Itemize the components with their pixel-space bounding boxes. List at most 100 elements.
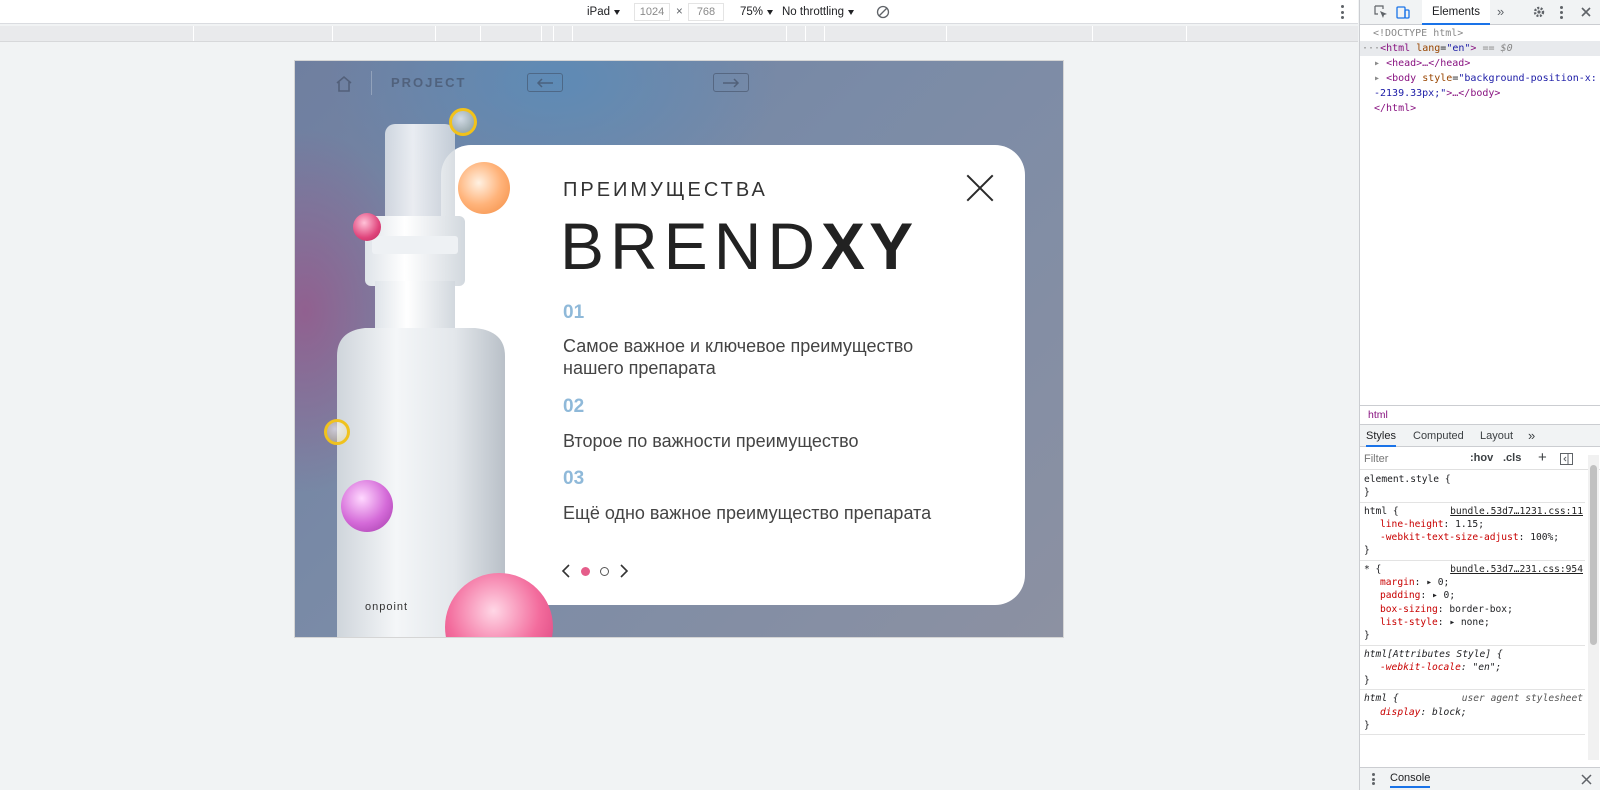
gear-icon[interactable] [1532,5,1546,19]
rule-close: } [1364,630,1370,642]
advantage-number: 02 [563,396,585,417]
tag-close: > [1470,43,1477,54]
bubble-purple [341,480,393,532]
device-select[interactable]: iPad [587,6,621,18]
tag-name: <head>…</head> [1386,58,1471,69]
drawer-menu-icon[interactable] [1372,773,1375,785]
style-rule: element.style { } [1360,471,1585,503]
devtools-menu-icon[interactable] [1560,6,1563,19]
doctype-node[interactable]: <!DOCTYPE html> [1373,26,1463,41]
chevron-left-icon[interactable] [561,564,571,578]
rule-source-link[interactable]: bundle.53d7…231.css:954 [1450,563,1583,576]
close-icon[interactable] [965,173,995,203]
property-value: block; [1432,706,1467,718]
property-value: 0; [1443,590,1456,602]
html-close-node: </html> [1374,103,1417,114]
media-query-bar[interactable] [0,26,1358,42]
dimension-separator: × [676,6,683,18]
project-link[interactable]: PROJECT [391,75,466,90]
pager-dot-active[interactable] [581,566,590,576]
tab-console[interactable]: Console [1390,772,1431,788]
chevron-right-icon[interactable] [619,564,629,578]
devtools-tabbar: Elements » [1360,0,1600,25]
sidebar-toggle-icon[interactable] [1560,453,1573,465]
attr-value: "background-position-x: [1458,73,1597,84]
head-node[interactable]: ▸ <head>…</head> [1374,56,1470,71]
css-property[interactable]: -webkit-text-size-adjust: 100%; [1364,531,1585,544]
body-node-continued: -2139.33px;">…</body> [1374,86,1500,101]
rule-source-link[interactable]: bundle.53d7…1231.css:11 [1450,505,1583,518]
device-toggle-icon[interactable] [1396,5,1410,19]
pager-dot[interactable] [600,566,609,576]
console-drawer: Console [1360,767,1600,790]
property-name: box-sizing [1380,603,1438,615]
property-name: -webkit-locale [1380,661,1461,673]
css-property[interactable]: line-height: 1.15; [1364,518,1585,531]
chevron-down-icon [767,9,774,15]
property-value: "en"; [1472,661,1502,673]
home-icon[interactable] [335,75,353,93]
attr-name: style [1422,73,1453,84]
advantage-text: Самое важное и ключевое преимущество наш… [563,336,914,378]
close-icon[interactable] [1581,774,1592,785]
tab-computed[interactable]: Computed [1413,425,1464,447]
more-options-icon[interactable] [1340,5,1344,19]
property-value: 1.15; [1455,518,1484,530]
css-property[interactable]: list-style: ▸ none; [1364,616,1585,629]
device-toolbar: iPad × 75% No throttling [0,0,1358,24]
expand-triangle-icon[interactable]: ▸ [1374,58,1380,69]
zoom-select[interactable]: 75% [740,6,774,18]
more-tabs-button[interactable]: » [1497,4,1504,19]
brand-title-bold: XY [821,209,918,283]
styles-scrollbar[interactable] [1588,455,1599,760]
next-page-button[interactable] [713,73,749,92]
rule-selector[interactable]: element.style { [1364,473,1585,486]
css-property: -webkit-locale: "en"; [1380,661,1502,673]
expand-triangle-icon[interactable]: ▸ [1374,73,1380,84]
rotate-icon[interactable] [876,5,890,19]
body-node[interactable]: ▸ <body style="background-position-x: [1374,71,1597,86]
bubble-pink-small [353,213,381,241]
prev-page-button[interactable] [527,73,563,92]
property-value: 100%; [1530,532,1560,544]
css-property[interactable]: box-sizing: border-box; [1364,603,1585,616]
style-rule: html { bundle.53d7…1231.css:11 line-heig… [1360,503,1585,561]
tab-elements[interactable]: Elements [1422,0,1490,25]
advantage-number: 03 [563,468,585,489]
attr-value: "en" [1446,43,1471,54]
hov-toggle[interactable]: :hov [1470,452,1493,464]
brand-title-light: BREND [560,209,822,283]
scrollbar-thumb[interactable] [1590,465,1597,645]
selected-marker: == $0 [1482,43,1513,54]
emulated-viewport[interactable]: PROJECT onpoint ПРЕИМУЩЕСТВА BRENDXY 01 … [295,61,1063,637]
property-name: display [1380,706,1421,718]
html-node[interactable]: ···<html lang="en"> == $0 [1362,41,1513,56]
bubble-yellow-left [324,419,350,445]
styles-filter-bar: :hov .cls + [1360,448,1600,470]
rule-source-label: user agent stylesheet [1461,693,1583,705]
rule-selector[interactable]: html[Attributes Style] { [1364,648,1585,661]
tab-layout[interactable]: Layout [1480,425,1513,447]
property-value: none; [1460,616,1490,628]
cls-toggle[interactable]: .cls [1503,452,1521,464]
property-name: list-style [1380,616,1438,628]
breadcrumb-item-html[interactable]: html [1368,409,1388,421]
tag-close: >…</body> [1446,88,1501,99]
throttling-label: No throttling [782,6,845,18]
arrow-left-icon [536,77,553,88]
add-rule-icon[interactable]: + [1538,449,1547,466]
css-property[interactable]: padding: ▸ 0; [1364,589,1585,602]
advantage-number: 01 [563,302,585,323]
tab-styles[interactable]: Styles [1366,425,1396,447]
inspect-element-icon[interactable] [1374,5,1388,19]
filter-input[interactable] [1364,451,1460,467]
throttling-select[interactable]: No throttling [782,6,855,18]
width-input[interactable] [634,3,670,21]
property-name: margin [1380,577,1415,589]
close-icon[interactable] [1579,5,1593,19]
css-property[interactable]: margin: ▸ 0; [1364,576,1585,589]
tag-name: <html [1380,43,1411,54]
device-label: iPad [587,6,611,18]
more-tabs-button[interactable]: » [1528,425,1535,447]
height-input[interactable] [688,3,724,21]
